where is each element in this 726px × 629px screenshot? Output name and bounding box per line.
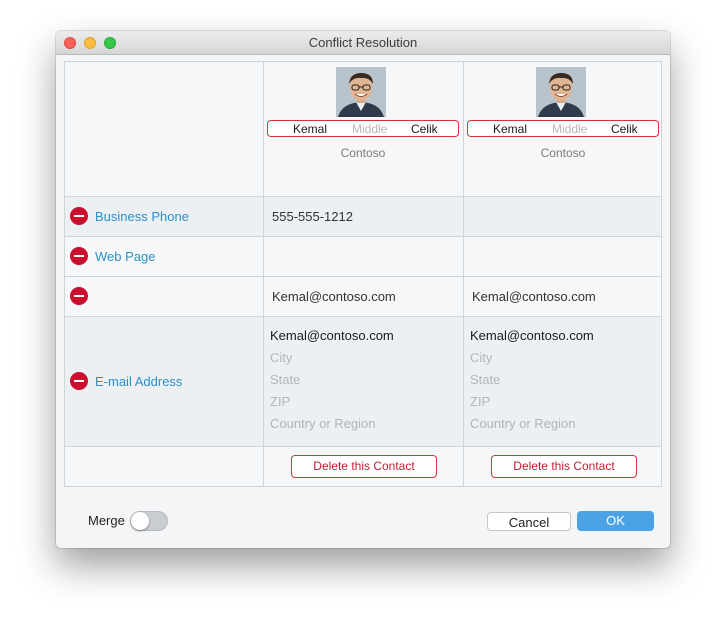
contact-2-company: Contoso	[540, 146, 586, 160]
contact-1-first-name[interactable]: Kemal	[293, 122, 327, 136]
title-bar: Conflict Resolution	[56, 31, 670, 55]
row-divider	[65, 196, 661, 197]
contact-2-avatar	[536, 67, 586, 117]
remove-email-address-icon[interactable]	[70, 372, 88, 390]
contact-2-first-name[interactable]: Kemal	[493, 122, 527, 136]
contact-1-city-placeholder[interactable]: City	[270, 350, 292, 365]
row-divider	[65, 236, 661, 237]
cancel-button[interactable]: Cancel	[487, 512, 571, 531]
field-label-business-phone: Business Phone	[95, 209, 189, 224]
conflict-table: Kemal Middle Celik Contoso Kemal Middle	[64, 61, 662, 487]
field-label-email-address: E-mail Address	[95, 374, 183, 389]
remove-business-phone-icon[interactable]	[70, 207, 88, 225]
merge-label: Merge	[88, 513, 125, 528]
row-divider	[65, 276, 661, 277]
field-label-web-page: Web Page	[95, 249, 156, 264]
remove-email-row-icon[interactable]	[70, 287, 88, 305]
conflict-resolution-window: Conflict Resolution Kemal Middle Celik C…	[56, 31, 670, 548]
contact-2-name-field[interactable]: Kemal Middle Celik	[467, 120, 659, 137]
column-divider	[463, 62, 464, 486]
contact-2-middle-name-placeholder[interactable]: Middle	[552, 122, 587, 136]
ok-button[interactable]: OK	[577, 511, 654, 531]
contact-1-zip-placeholder[interactable]: ZIP	[270, 394, 290, 409]
column-divider	[263, 62, 264, 486]
contact-1-state-placeholder[interactable]: State	[270, 372, 300, 387]
contact-2-last-name[interactable]: Celik	[611, 122, 638, 136]
contact-1-company: Contoso	[340, 146, 386, 160]
contact-1-avatar	[336, 67, 386, 117]
contact-1-business-phone[interactable]: 555-555-1212	[272, 209, 353, 224]
contact-2-city-placeholder[interactable]: City	[470, 350, 492, 365]
contact-2-address-email[interactable]: Kemal@contoso.com	[470, 328, 594, 343]
row-divider	[65, 316, 661, 317]
contact-2-zip-placeholder[interactable]: ZIP	[470, 394, 490, 409]
merge-toggle-knob[interactable]	[131, 512, 149, 530]
contact-1-name-field[interactable]: Kemal Middle Celik	[267, 120, 459, 137]
contact-1-middle-name-placeholder[interactable]: Middle	[352, 122, 387, 136]
contact-1-delete-button[interactable]: Delete this Contact	[291, 455, 437, 478]
contact-2-email[interactable]: Kemal@contoso.com	[472, 289, 596, 304]
window-title: Conflict Resolution	[308, 35, 418, 50]
contact-1-country-placeholder[interactable]: Country or Region	[270, 416, 376, 431]
row-divider	[65, 446, 661, 447]
contact-2-country-placeholder[interactable]: Country or Region	[470, 416, 576, 431]
merge-toggle[interactable]	[130, 511, 168, 531]
contact-1-last-name[interactable]: Celik	[411, 122, 438, 136]
contact-1-email[interactable]: Kemal@contoso.com	[272, 289, 396, 304]
contact-2-delete-button[interactable]: Delete this Contact	[491, 455, 637, 478]
remove-web-page-icon[interactable]	[70, 247, 88, 265]
contact-2-state-placeholder[interactable]: State	[470, 372, 500, 387]
contact-1-address-email[interactable]: Kemal@contoso.com	[270, 328, 394, 343]
